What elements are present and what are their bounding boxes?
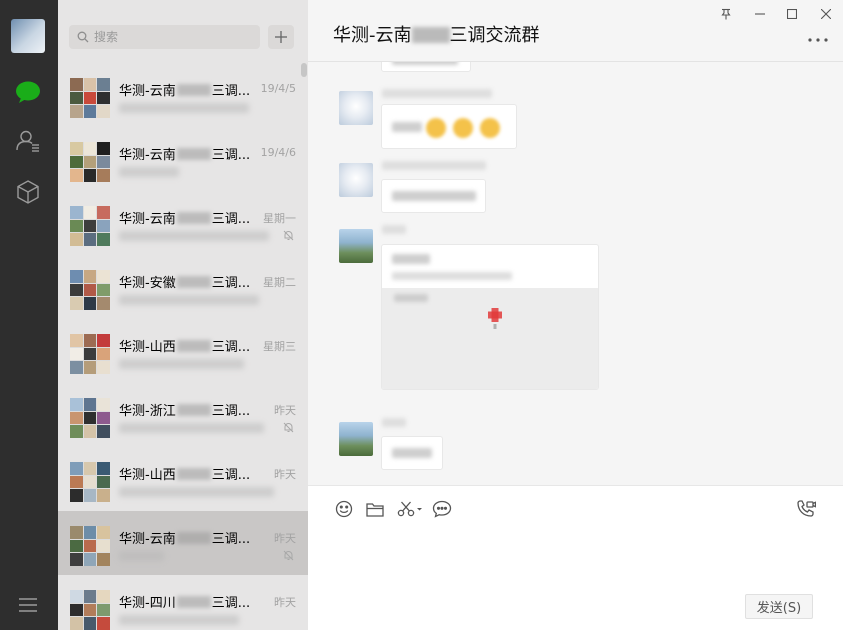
group-avatar	[70, 398, 110, 438]
location-card[interactable]	[381, 244, 599, 390]
add-chat-button[interactable]	[268, 25, 294, 49]
favorites-icon[interactable]	[15, 179, 41, 205]
chat-list-item[interactable]: 华测-山西 三调... 昨天	[58, 447, 308, 511]
close-icon[interactable]	[816, 6, 836, 22]
member-avatar[interactable]	[339, 229, 373, 263]
chat-time: 星期一	[263, 212, 296, 225]
search-icon	[77, 31, 89, 43]
emoji-icon[interactable]	[333, 499, 355, 519]
sender-name	[382, 89, 492, 98]
member-avatar[interactable]	[339, 422, 373, 456]
chat-title: 华测-云南 三调交流群	[333, 25, 540, 46]
chat-time: 19/4/6	[260, 146, 296, 159]
sender-name	[382, 161, 486, 170]
chat-preview	[119, 615, 239, 625]
scissors-icon[interactable]	[395, 499, 425, 519]
chat-list: 华测-云南 三调... 19/4/5 华测-云南 三调... 19/4/6 华测-云…	[58, 63, 308, 630]
group-avatar	[70, 590, 110, 630]
chat-time: 昨天	[274, 596, 296, 609]
chat-time: 昨天	[274, 404, 296, 417]
search-box[interactable]	[69, 25, 260, 49]
minimize-icon[interactable]	[750, 6, 770, 22]
mute-icon	[283, 422, 294, 433]
chat-list-item-active[interactable]: 华测-云南 三调... 昨天	[58, 511, 308, 575]
chat-list-item[interactable]: 华测-山西 三调... 星期三	[58, 319, 308, 383]
sender-name	[382, 418, 406, 427]
chat-preview	[119, 359, 244, 369]
message-bubble	[381, 436, 443, 470]
chat-name: 华测-云南 三调...	[119, 148, 251, 163]
chat-time: 星期二	[263, 276, 296, 289]
more-icon[interactable]	[805, 32, 831, 48]
map-preview	[382, 288, 598, 389]
chat-name: 华测-云南 三调...	[119, 532, 251, 547]
chat-list-item[interactable]: 华测-云南 三调... 19/4/6	[58, 127, 308, 191]
chat-name: 华测-云南 三调...	[119, 212, 251, 227]
sender-name	[382, 225, 406, 234]
chat-name: 华测-山西 三调...	[119, 468, 251, 483]
group-avatar	[70, 78, 110, 118]
chat-history-icon[interactable]	[431, 499, 453, 519]
chat-name: 华测-山西 三调...	[119, 340, 251, 355]
menu-icon[interactable]	[15, 592, 41, 618]
nav-rail	[0, 0, 58, 630]
mute-icon	[283, 230, 294, 241]
chat-list-item[interactable]: 华测-四川 三调... 昨天	[58, 575, 308, 630]
mute-icon	[283, 550, 294, 561]
group-avatar	[70, 206, 110, 246]
group-avatar	[70, 334, 110, 374]
member-avatar[interactable]	[339, 91, 373, 125]
chat-list-item[interactable]: 华测-浙江 三调... 昨天	[58, 383, 308, 447]
video-call-icon[interactable]	[795, 499, 817, 519]
group-avatar	[70, 462, 110, 502]
send-button[interactable]: 发送(S)	[745, 594, 813, 619]
group-avatar	[70, 270, 110, 310]
chat-icon[interactable]	[15, 79, 41, 105]
message-bubble	[381, 62, 471, 72]
input-area: 发送(S)	[308, 485, 843, 630]
map-pin-icon	[488, 308, 502, 329]
message-bubble	[381, 104, 517, 149]
chat-preview	[119, 295, 259, 305]
chat-preview	[119, 487, 274, 497]
maximize-icon[interactable]	[782, 6, 802, 22]
chat-preview	[119, 231, 269, 241]
group-avatar	[70, 526, 110, 566]
user-avatar[interactable]	[11, 19, 45, 53]
chat-list-item[interactable]: 华测-云南 三调... 星期一	[58, 191, 308, 255]
chat-list-item[interactable]: 华测-安徽 三调... 星期二	[58, 255, 308, 319]
chat-list-item[interactable]: 华测-云南 三调... 19/4/5	[58, 63, 308, 127]
message-input[interactable]	[330, 528, 820, 588]
member-avatar[interactable]	[339, 163, 373, 197]
chat-name: 华测-四川 三调...	[119, 596, 251, 611]
chat-preview	[119, 423, 264, 433]
chat-time: 昨天	[274, 468, 296, 481]
chat-preview	[119, 167, 179, 177]
chat-window: 华测-云南 三调交流群 发送(S)	[308, 0, 843, 630]
message-bubble	[381, 179, 486, 213]
chat-time: 昨天	[274, 532, 296, 545]
chat-name: 华测-云南 三调...	[119, 84, 251, 99]
contacts-icon[interactable]	[15, 128, 41, 154]
chat-name: 华测-浙江 三调...	[119, 404, 251, 419]
chat-name: 华测-安徽 三调...	[119, 276, 251, 291]
chat-list-panel: 华测-云南三调... 19/4/5 华测-云南三调... 19/4/6 华测-云…	[58, 0, 308, 630]
group-avatar	[70, 142, 110, 182]
folder-icon[interactable]	[364, 499, 386, 519]
chat-time: 19/4/5	[260, 82, 296, 95]
pin-icon[interactable]	[716, 6, 736, 22]
message-list[interactable]	[308, 62, 843, 485]
chat-preview	[119, 103, 249, 113]
chat-time: 星期三	[263, 340, 296, 353]
search-input[interactable]	[94, 30, 244, 44]
plus-icon	[275, 31, 287, 43]
chat-list-scrollbar[interactable]	[301, 63, 307, 77]
chat-preview	[119, 551, 164, 561]
